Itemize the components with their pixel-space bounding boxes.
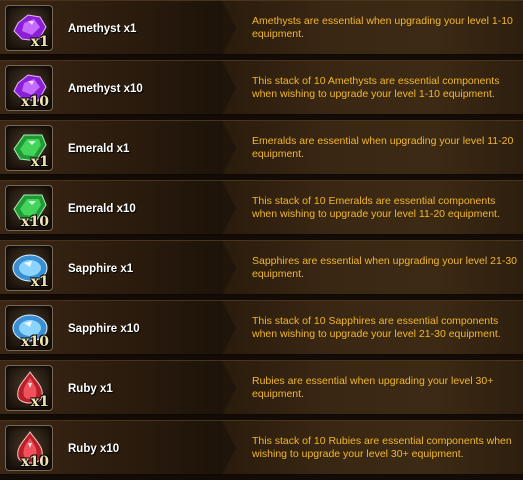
emerald-icon[interactable]: x1 xyxy=(5,125,53,171)
emerald-icon[interactable]: x10 xyxy=(5,185,53,231)
item-header: x1 Amethyst x1 xyxy=(0,0,236,55)
quantity-badge: x10 xyxy=(21,334,49,350)
item-header: x10 Emerald x10 xyxy=(0,180,236,235)
item-description-panel: Emeralds are essential when upgrading yo… xyxy=(222,120,523,175)
item-description-panel: This stack of 10 Emeralds are essential … xyxy=(222,180,523,235)
list-item[interactable]: x1 Ruby x1 Rubies are essential when upg… xyxy=(0,360,523,415)
ruby-icon[interactable]: x10 xyxy=(5,425,53,471)
item-name: Emerald x10 xyxy=(68,202,136,215)
item-name: Emerald x1 xyxy=(68,142,130,155)
item-description: This stack of 10 Emeralds are essential … xyxy=(252,194,500,220)
item-name: Ruby x10 xyxy=(68,442,120,455)
item-header: x10 Amethyst x10 xyxy=(0,60,236,115)
list-item[interactable]: x10 Sapphire x10 This stack of 10 Sapphi… xyxy=(0,300,523,355)
amethyst-icon[interactable]: x10 xyxy=(5,65,53,111)
quantity-badge: x10 xyxy=(21,94,49,110)
item-description: This stack of 10 Rubies are essential co… xyxy=(252,434,512,460)
item-header: x1 Ruby x1 xyxy=(0,360,236,415)
sapphire-icon[interactable]: x1 xyxy=(5,245,53,291)
list-item[interactable]: x10 Amethyst x10 This stack of 10 Amethy… xyxy=(0,60,523,115)
list-item[interactable]: x10 Emerald x10 This stack of 10 Emerald… xyxy=(0,180,523,235)
item-description: Rubies are essential when upgrading your… xyxy=(252,374,494,400)
item-description-panel: This stack of 10 Rubies are essential co… xyxy=(222,420,523,475)
list-item[interactable]: x1 Emerald x1 Emeralds are essential whe… xyxy=(0,120,523,175)
amethyst-icon[interactable]: x1 xyxy=(5,5,53,51)
item-name: Amethyst x10 xyxy=(68,82,143,95)
item-description: Emeralds are essential when upgrading yo… xyxy=(252,134,514,160)
item-name: Amethyst x1 xyxy=(68,22,137,35)
quantity-badge: x1 xyxy=(30,274,49,290)
gem-item-list: x1 Amethyst x1 Amethysts are essential w… xyxy=(0,0,523,480)
sapphire-icon[interactable]: x10 xyxy=(5,305,53,351)
item-description: This stack of 10 Amethysts are essential… xyxy=(252,74,500,100)
item-description-panel: This stack of 10 Sapphires are essential… xyxy=(222,300,523,355)
item-name: Ruby x1 xyxy=(68,382,113,395)
quantity-badge: x1 xyxy=(30,394,49,410)
item-description: Sapphires are essential when upgrading y… xyxy=(252,254,518,280)
item-description: This stack of 10 Sapphires are essential… xyxy=(252,314,501,340)
item-name: Sapphire x1 xyxy=(68,262,134,275)
quantity-badge: x1 xyxy=(30,34,49,50)
item-description-panel: This stack of 10 Amethysts are essential… xyxy=(222,60,523,115)
item-header: x1 Emerald x1 xyxy=(0,120,236,175)
quantity-badge: x10 xyxy=(21,454,49,470)
quantity-badge: x1 xyxy=(30,154,49,170)
item-header: x10 Sapphire x10 xyxy=(0,300,236,355)
list-item[interactable]: x1 Sapphire x1 Sapphires are essential w… xyxy=(0,240,523,295)
item-header: x10 Ruby x10 xyxy=(0,420,236,475)
item-description-panel: Sapphires are essential when upgrading y… xyxy=(222,240,523,295)
quantity-badge: x10 xyxy=(21,214,49,230)
item-description-panel: Rubies are essential when upgrading your… xyxy=(222,360,523,415)
item-description: Amethysts are essential when upgrading y… xyxy=(252,14,513,40)
list-item[interactable]: x1 Amethyst x1 Amethysts are essential w… xyxy=(0,0,523,55)
item-name: Sapphire x10 xyxy=(68,322,140,335)
list-item[interactable]: x10 Ruby x10 This stack of 10 Rubies are… xyxy=(0,420,523,475)
item-header: x1 Sapphire x1 xyxy=(0,240,236,295)
ruby-icon[interactable]: x1 xyxy=(5,365,53,411)
item-description-panel: Amethysts are essential when upgrading y… xyxy=(222,0,523,55)
